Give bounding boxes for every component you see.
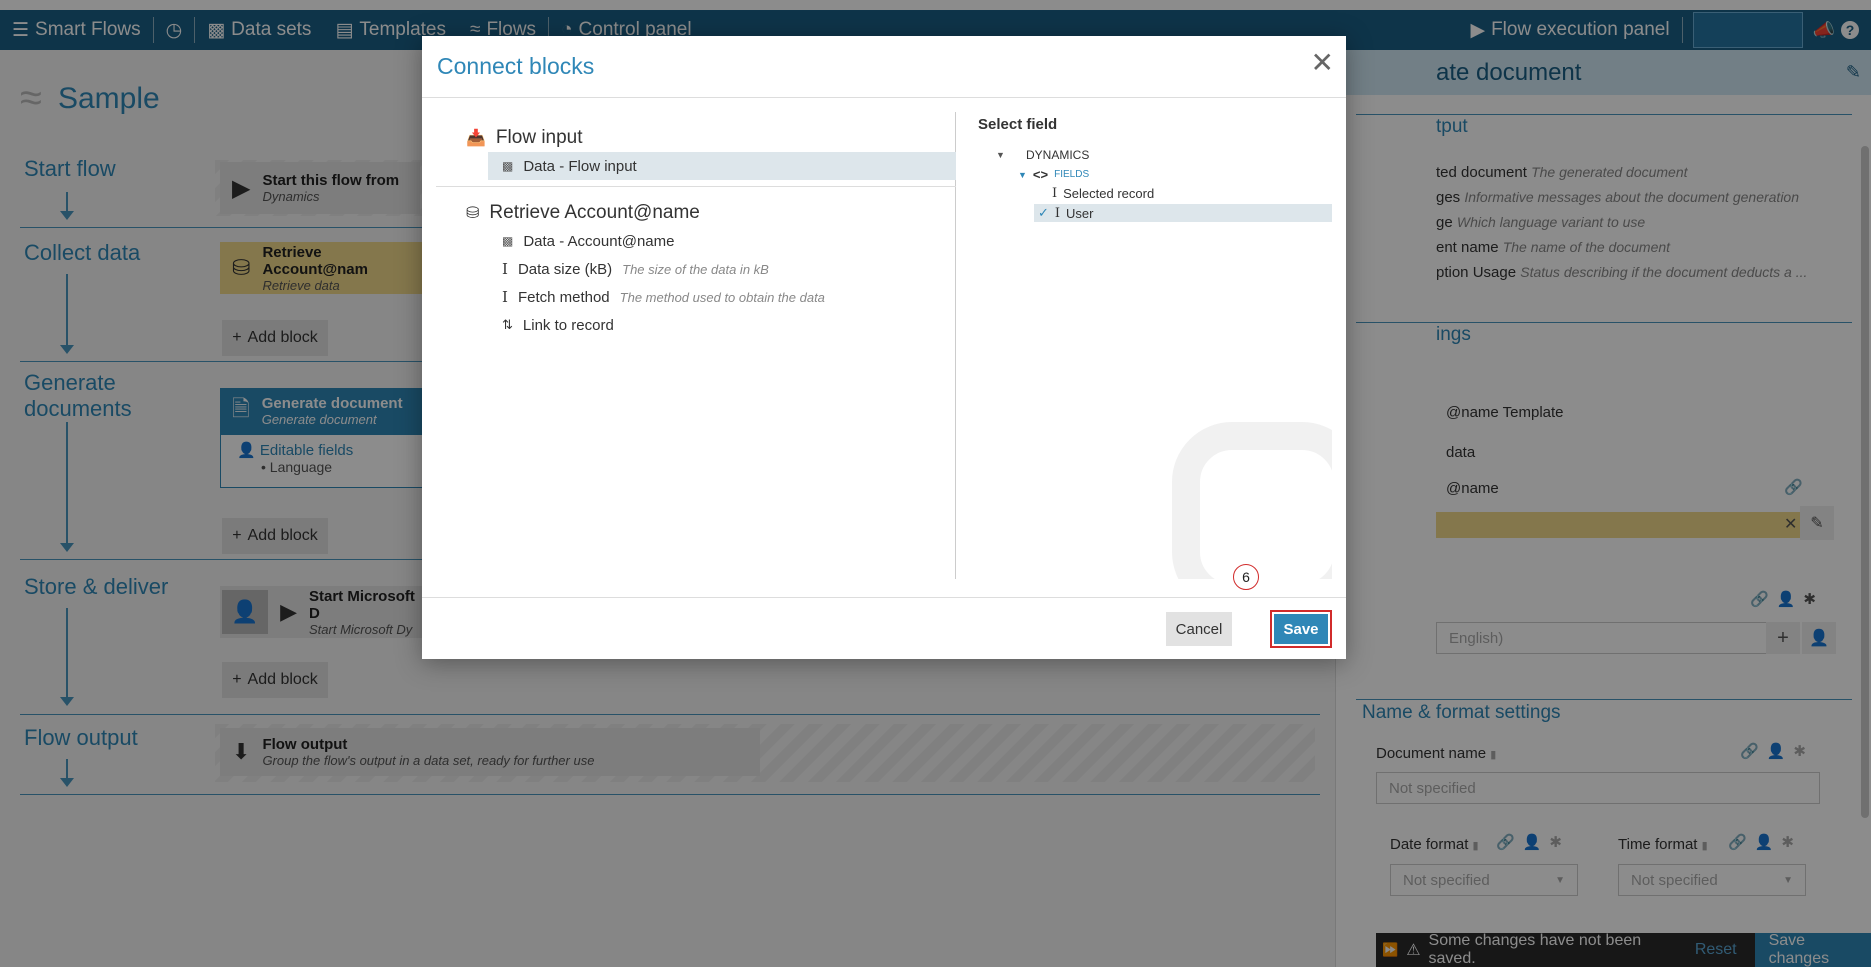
tree-leaf-selected-record[interactable]: I Selected record: [1040, 184, 1332, 202]
data-size-item[interactable]: I Data size (kB) The size of the data in…: [436, 255, 956, 283]
field-select-panel: Select field ▼ DYNAMICS ▼ <> FIELDS I Se…: [956, 112, 1332, 579]
dialog-footer: Cancel Save: [422, 597, 1346, 659]
text-cursor-icon: I: [502, 288, 508, 306]
save-button[interactable]: Save: [1270, 610, 1332, 648]
dialog-header: Connect blocks ✕: [422, 36, 1346, 98]
close-icon[interactable]: ✕: [1311, 46, 1334, 79]
data-flow-input-item[interactable]: ▩ Data - Flow input: [488, 152, 956, 180]
download-tray-icon: 📥: [466, 130, 486, 147]
group-title: ⛁ Retrieve Account@name: [466, 202, 700, 223]
select-field-title: Select field: [978, 116, 1058, 133]
sitemap-icon: ▩: [502, 234, 514, 248]
caret-down-icon: ▼: [1018, 169, 1027, 180]
tree-node-fields[interactable]: ▼ <> FIELDS: [1018, 167, 1089, 182]
brand-watermark: [1172, 422, 1332, 579]
text-cursor-icon: I: [1052, 185, 1058, 201]
group-title: 📥 Flow input: [466, 127, 583, 148]
database-icon: ⛁: [466, 205, 480, 222]
data-account-item[interactable]: ▩ Data - Account@name: [436, 227, 956, 255]
group-divider: [436, 186, 956, 187]
step-marker: 6: [1233, 564, 1259, 590]
source-blocks-panel: 📥 Flow input ▩ Data - Flow input ⛁ Retri…: [436, 112, 956, 579]
link-record-item[interactable]: ⇅ Link to record: [436, 311, 956, 339]
connect-blocks-dialog: Connect blocks ✕ 📥 Flow input ▩ Data - F…: [422, 36, 1346, 659]
check-icon: ✓: [1038, 205, 1049, 220]
text-cursor-icon: I: [1054, 205, 1061, 221]
sitemap-icon: ▩: [502, 159, 514, 173]
cancel-button[interactable]: Cancel: [1166, 612, 1232, 646]
link-record-icon: ⇅: [502, 317, 513, 332]
text-cursor-icon: I: [502, 260, 508, 278]
caret-down-icon: ▼: [996, 150, 1005, 160]
dialog-title: Connect blocks: [437, 53, 595, 79]
tree-leaf-user[interactable]: ✓ I User: [1034, 204, 1332, 222]
code-icon: <>: [1032, 167, 1049, 182]
tree-node-dynamics[interactable]: ▼ DYNAMICS: [996, 148, 1089, 162]
flow-input-group: 📥 Flow input ▩ Data - Flow input ⛁ Retri…: [436, 124, 956, 339]
fetch-method-item[interactable]: I Fetch method The method used to obtain…: [436, 283, 956, 311]
